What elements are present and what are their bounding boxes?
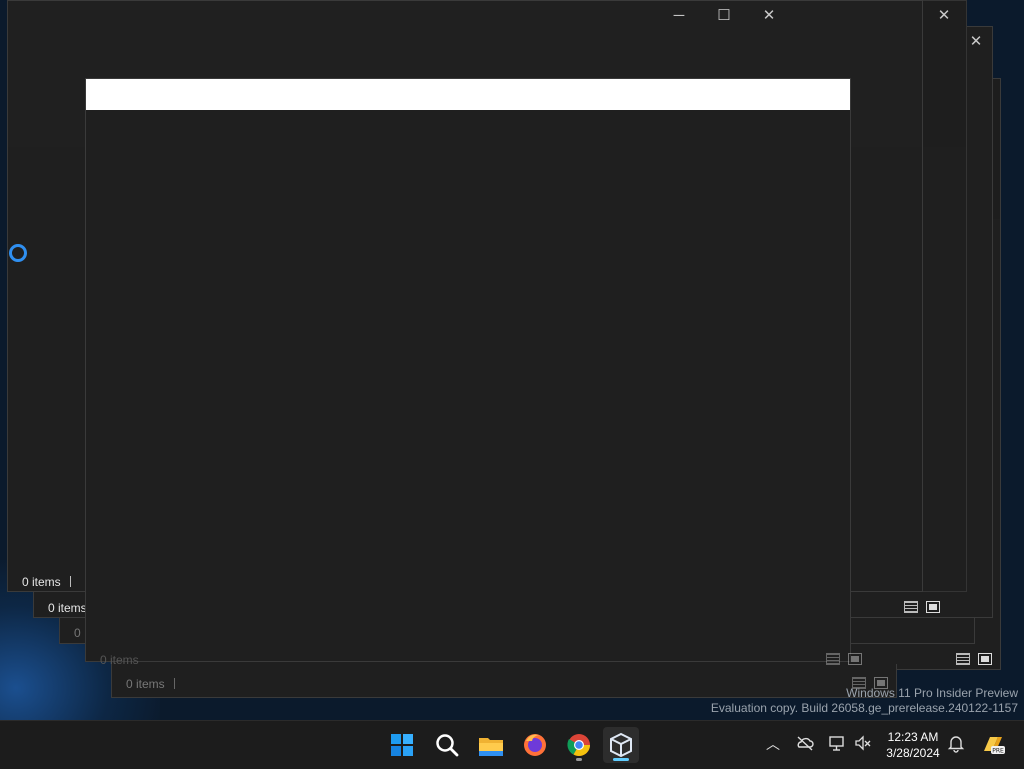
clock-date: 3/28/2024 xyxy=(886,746,940,760)
desktop-watermark: Windows 11 Pro Insider Preview Evaluatio… xyxy=(711,686,1018,716)
tiles-view-icon[interactable] xyxy=(926,601,940,613)
system-clock[interactable]: 12:23 AM 3/28/2024 xyxy=(880,729,946,761)
watermark-build: Evaluation copy. Build 26058.ge_prerelea… xyxy=(710,701,1018,715)
onedrive-offline-icon[interactable] xyxy=(794,733,816,755)
notification-bell-icon[interactable] xyxy=(945,733,967,755)
front-window[interactable]: 0 items xyxy=(85,78,862,667)
status-item-count: 0 items xyxy=(100,653,139,667)
windows-start-icon[interactable] xyxy=(384,727,420,763)
status-item-count: 0 xyxy=(74,626,81,640)
virtualbox-icon[interactable] xyxy=(603,727,639,763)
details-view-icon[interactable] xyxy=(956,653,970,665)
status-item-count: 0 items xyxy=(126,677,165,691)
status-divider xyxy=(70,576,71,587)
network-icon[interactable] xyxy=(826,733,848,755)
close-icon[interactable]: ✕ xyxy=(755,4,783,28)
watermark-edition: Windows 11 Pro Insider Preview xyxy=(846,686,1018,700)
running-indicator xyxy=(576,758,582,761)
tiles-view-icon[interactable] xyxy=(848,653,862,665)
status-item-count: 0 items xyxy=(48,601,87,615)
search-icon[interactable] xyxy=(429,727,465,763)
status-divider xyxy=(174,678,175,689)
status-item-count: 0 items xyxy=(22,575,61,589)
loading-spinner-icon xyxy=(9,244,27,262)
svg-text:PRE: PRE xyxy=(992,748,1004,755)
file-explorer-icon[interactable] xyxy=(473,727,509,763)
title-bar[interactable] xyxy=(86,79,850,110)
volume-muted-icon[interactable] xyxy=(852,733,874,755)
tiles-view-icon[interactable] xyxy=(978,653,992,665)
clock-time: 12:23 AM xyxy=(887,730,939,744)
active-indicator xyxy=(613,758,629,761)
firefox-icon[interactable] xyxy=(517,727,553,763)
close-icon[interactable]: ✕ xyxy=(930,4,958,28)
details-view-icon[interactable] xyxy=(826,653,840,665)
taskbar: ︿ 12:23 AM 3/28/2024 PRE xyxy=(0,720,1024,769)
copilot-preview-icon[interactable]: PRE xyxy=(980,733,1006,755)
minimize-icon[interactable]: ─ xyxy=(665,4,693,28)
chevron-up-icon[interactable]: ︿ xyxy=(762,733,784,755)
maximize-icon[interactable]: ☐ xyxy=(710,4,738,28)
chrome-icon[interactable] xyxy=(561,727,597,763)
details-view-icon[interactable] xyxy=(904,601,918,613)
